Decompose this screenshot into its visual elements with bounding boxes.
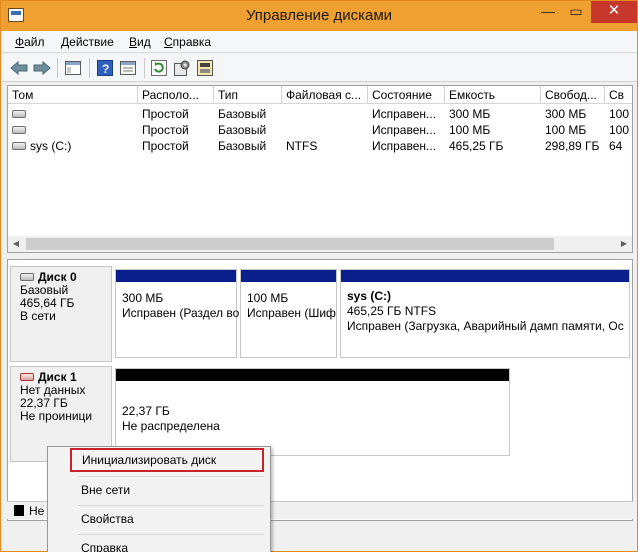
maximize-button[interactable]: ▭ <box>563 1 589 23</box>
partition-bar <box>241 270 336 282</box>
disk-state: В сети <box>20 309 56 323</box>
volume-list: Том Располо... Тип Файловая с... Состоян… <box>7 85 633 253</box>
menu-action[interactable]: Действие <box>61 35 114 49</box>
refresh-icon[interactable] <box>149 58 169 78</box>
forward-arrow-icon[interactable] <box>32 58 52 78</box>
volume-layout: Простой <box>142 107 189 121</box>
context-menu: Инициализировать диск Вне сети Свойства … <box>47 446 271 552</box>
menu-file[interactable]: Файл <box>15 35 45 49</box>
volume-type: Базовый <box>218 123 267 137</box>
volume-layout: Простой <box>142 123 189 137</box>
disk-state: Не проиници <box>20 409 93 423</box>
volume-free: 100 МБ <box>545 123 587 137</box>
menu-separator <box>78 505 264 506</box>
volume-filesystem: NTFS <box>286 139 318 153</box>
menu-separator <box>78 534 264 535</box>
disk-name: Диск 0 <box>38 270 77 284</box>
close-button[interactable]: ✕ <box>591 1 637 23</box>
console-tree-icon[interactable] <box>63 58 83 78</box>
disk-warning-icon <box>20 372 34 381</box>
horizontal-scrollbar[interactable]: ◀ ▶ <box>8 236 632 252</box>
disk-name: Диск 1 <box>38 370 77 384</box>
menu-separator <box>78 476 264 477</box>
partition-system-reserved[interactable]: 300 МБ Исправен (Раздел во <box>115 269 240 358</box>
unallocated-swatch <box>14 505 24 516</box>
column-header-volume[interactable]: Том <box>8 86 138 104</box>
menu-item-help[interactable]: Справка <box>48 536 270 552</box>
volume-disk-icon <box>12 141 26 150</box>
volume-free-percent: 100 <box>609 123 630 137</box>
partition-unallocated[interactable]: 22,37 ГБ Не распределена <box>115 368 510 456</box>
volume-name: sys (C:) <box>30 139 72 153</box>
svg-text:?: ? <box>102 62 109 76</box>
title-bar[interactable]: Управление дисками — ▭ ✕ <box>1 1 637 31</box>
volume-layout: Простой <box>142 139 189 153</box>
properties-list-icon[interactable] <box>118 58 138 78</box>
volume-type: Базовый <box>218 107 267 121</box>
volume-disk-icon <box>12 109 26 118</box>
column-header-free[interactable]: Свобод... <box>541 86 605 104</box>
menu-item-offline[interactable]: Вне сети <box>48 478 270 502</box>
minimize-button[interactable]: — <box>535 1 561 23</box>
partition-status: Не распределена <box>122 419 220 433</box>
partition-status: Исправен (Шиф <box>247 306 336 320</box>
volume-free-percent: 64 <box>609 139 623 153</box>
volume-status: Исправен... <box>372 107 437 121</box>
volume-capacity: 300 МБ <box>449 107 491 121</box>
partition-size: 100 МБ <box>247 291 289 305</box>
menu-item-initialize-disk[interactable]: Инициализировать диск <box>70 448 264 472</box>
partition-size: 22,37 ГБ <box>122 404 170 418</box>
disk-drive-icon <box>20 272 34 281</box>
column-header-filesystem[interactable]: Файловая с... <box>282 86 368 104</box>
volume-capacity: 465,25 ГБ <box>449 139 504 153</box>
partition-sys-c[interactable]: sys (C:) 465,25 ГБ NTFS Исправен (Загруз… <box>340 269 630 358</box>
partition-efi[interactable]: 100 МБ Исправен (Шиф <box>240 269 337 358</box>
volume-type: Базовый <box>218 139 267 153</box>
volume-free: 298,89 ГБ <box>545 139 600 153</box>
partition-status: Исправен (Загрузка, Аварийный дамп памят… <box>347 319 624 333</box>
menu-view[interactable]: Вид <box>129 35 151 49</box>
disk-0-label[interactable]: Диск 0 Базовый 465,64 ГБ В сети <box>10 266 112 362</box>
toolbar: ? <box>1 54 637 82</box>
volume-free: 300 МБ <box>545 107 587 121</box>
column-header-type[interactable]: Тип <box>214 86 282 104</box>
partition-bar <box>341 270 629 282</box>
volume-status: Исправен... <box>372 123 437 137</box>
help-icon[interactable]: ? <box>95 58 115 78</box>
partition-size: 300 МБ <box>122 291 164 305</box>
partition-bar <box>116 270 236 282</box>
partition-bar <box>116 369 509 381</box>
menu-item-properties[interactable]: Свойства <box>48 507 270 531</box>
legend-label: Не <box>29 504 45 518</box>
disk-properties-icon[interactable] <box>195 58 215 78</box>
back-arrow-icon[interactable] <box>9 58 29 78</box>
volume-free-percent: 100 <box>609 107 630 121</box>
disk-management-window: Управление дисками — ▭ ✕ Файл Действие В… <box>0 0 638 552</box>
volume-capacity: 100 МБ <box>449 123 491 137</box>
column-header-capacity[interactable]: Емкость <box>445 86 541 104</box>
menu-help[interactable]: Справка <box>164 35 211 49</box>
volume-filesystem <box>282 106 368 122</box>
volume-status: Исправен... <box>372 139 437 153</box>
menu-bar: Файл Действие Вид Справка <box>1 31 637 53</box>
volume-disk-icon <box>12 125 26 134</box>
scrollbar-thumb[interactable] <box>26 238 554 250</box>
partition-status: Исправен (Раздел во <box>122 306 240 320</box>
scroll-right-arrow-icon[interactable]: ▶ <box>616 236 632 252</box>
column-header-layout[interactable]: Располо... <box>138 86 214 104</box>
partition-size: 465,25 ГБ NTFS <box>347 304 437 318</box>
column-header-status[interactable]: Состояние <box>368 86 445 104</box>
settings-icon[interactable] <box>172 58 192 78</box>
scroll-left-arrow-icon[interactable]: ◀ <box>8 236 24 252</box>
column-header-free-percent[interactable]: Св <box>605 86 632 104</box>
partition-title: sys (C:) <box>347 289 392 303</box>
volume-filesystem <box>282 122 368 138</box>
